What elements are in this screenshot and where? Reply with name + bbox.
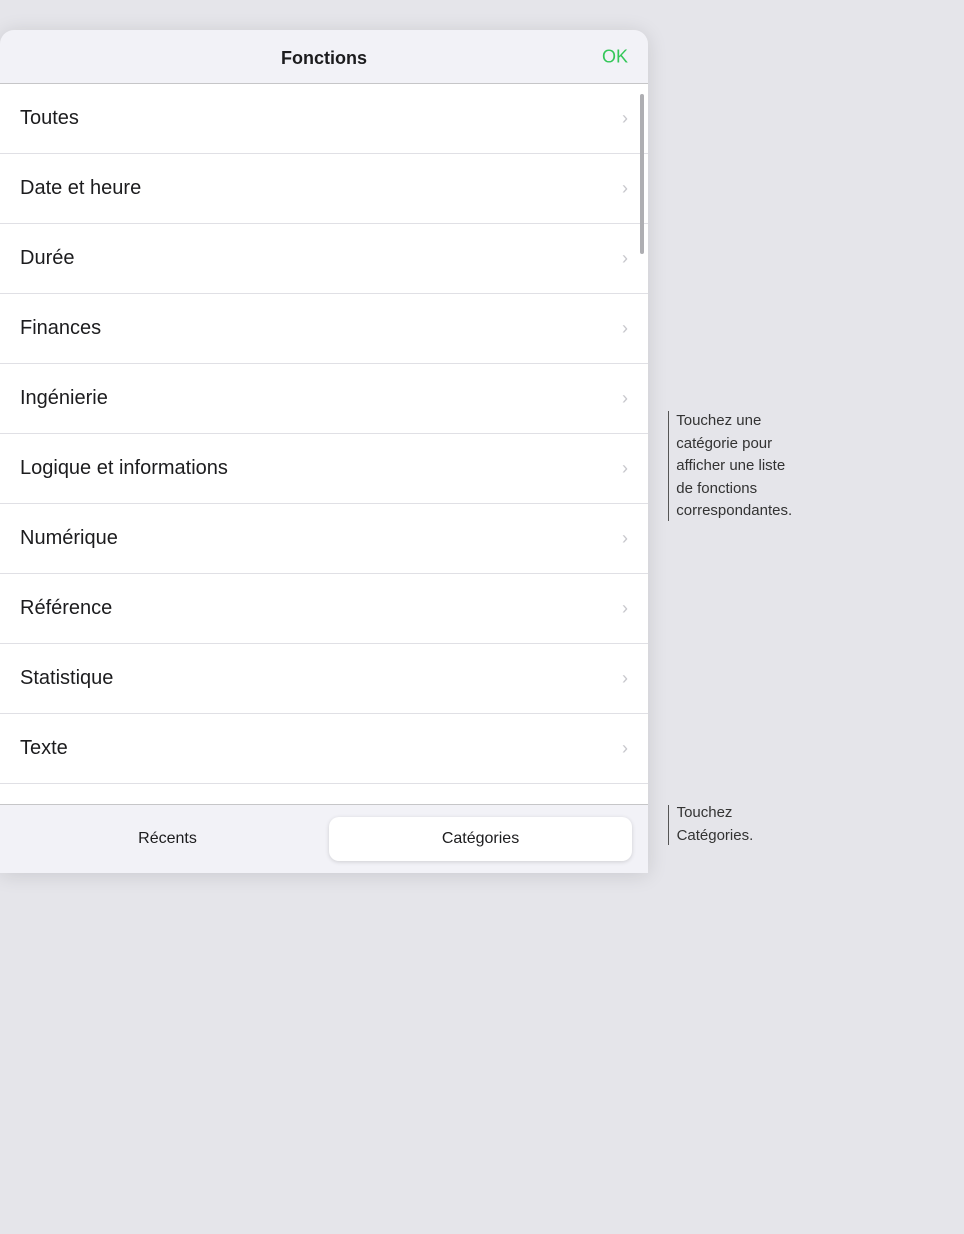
callout-bottom-line	[668, 805, 669, 845]
tab-categories[interactable]: Catégories	[329, 817, 632, 861]
chevron-icon-date-heure: ›	[622, 178, 628, 199]
category-label-logique: Logique et informations	[20, 457, 228, 480]
category-item-texte[interactable]: Texte ›	[0, 714, 648, 784]
category-list-scroll[interactable]: Toutes › Date et heure › Durée › Finance…	[0, 84, 648, 804]
category-label-numerique: Numérique	[20, 527, 118, 550]
category-label-statistique: Statistique	[20, 667, 113, 690]
category-label-toutes: Toutes	[20, 107, 79, 130]
tab-recents[interactable]: Récents	[16, 817, 319, 861]
category-label-reference: Référence	[20, 597, 112, 620]
category-item-numerique[interactable]: Numérique ›	[0, 504, 648, 574]
category-label-ingenierie: Ingénierie	[20, 387, 108, 410]
callout-category: Touchez une catégorie pour afficher une …	[668, 410, 793, 523]
callout-bottom: Touchez Catégories.	[668, 802, 754, 847]
category-item-ingenierie[interactable]: Ingénierie ›	[0, 364, 648, 434]
category-label-finances: Finances	[20, 317, 101, 340]
panel-title: Fonctions	[281, 48, 367, 69]
category-label-duree: Durée	[20, 247, 74, 270]
category-item-finances[interactable]: Finances ›	[0, 294, 648, 364]
category-label-date-heure: Date et heure	[20, 177, 141, 200]
chevron-icon-toutes: ›	[622, 108, 628, 129]
chevron-icon-logique: ›	[622, 458, 628, 479]
chevron-icon-texte: ›	[622, 738, 628, 759]
chevron-icon-duree: ›	[622, 248, 628, 269]
callout-category-text: Touchez une catégorie pour afficher une …	[676, 410, 793, 523]
category-item-logique[interactable]: Logique et informations ›	[0, 434, 648, 504]
bottom-tabs: Récents Catégories	[0, 804, 648, 873]
category-item-duree[interactable]: Durée ›	[0, 224, 648, 294]
category-item-date-heure[interactable]: Date et heure ›	[0, 154, 648, 224]
panel-header: Fonctions OK	[0, 30, 648, 84]
category-item-statistique[interactable]: Statistique ›	[0, 644, 648, 714]
category-label-texte: Texte	[20, 737, 68, 760]
chevron-icon-statistique: ›	[622, 668, 628, 689]
chevron-icon-reference: ›	[622, 598, 628, 619]
ok-button[interactable]: OK	[602, 46, 628, 67]
category-list-container: Toutes › Date et heure › Durée › Finance…	[0, 84, 648, 804]
category-item-toutes[interactable]: Toutes ›	[0, 84, 648, 154]
chevron-icon-ingenierie: ›	[622, 388, 628, 409]
callout-bottom-text: Touchez Catégories.	[677, 802, 754, 847]
category-item-reference[interactable]: Référence ›	[0, 574, 648, 644]
chevron-icon-numerique: ›	[622, 528, 628, 549]
chevron-icon-finances: ›	[622, 318, 628, 339]
scrollbar-indicator	[640, 94, 644, 254]
category-item-trigonometrique[interactable]: Trigonométrique ›	[0, 784, 648, 804]
